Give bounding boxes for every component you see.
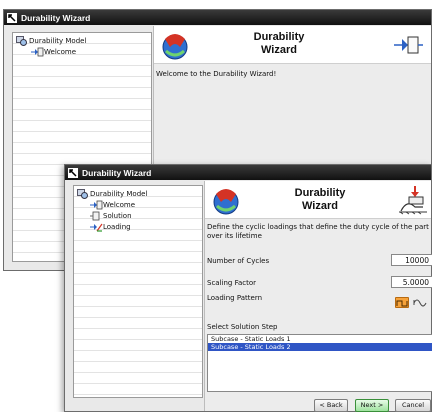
navigation-tree[interactable]: Durability Model Welcome Solution Loadin… <box>73 185 203 398</box>
loading-header-icon <box>397 185 429 215</box>
tree-node-label: Solution <box>103 211 132 220</box>
pattern-constant-icon[interactable] <box>395 297 409 308</box>
tree-node-label: Durability Model <box>90 189 148 198</box>
cycles-label: Number of Cycles <box>207 257 270 265</box>
window-title: Durability Wizard <box>21 12 91 23</box>
model-icon <box>16 35 27 46</box>
tree-node-durability-model[interactable]: Durability Model <box>16 35 86 46</box>
content-panel: Durability Wizard Define the cyclic load… <box>204 181 432 412</box>
header-title-line-1: Durability <box>294 187 346 199</box>
tree-node-label: Welcome <box>103 200 136 209</box>
solution-step-option-selected[interactable]: Subcase - Static Loads 2 <box>208 343 432 351</box>
window-title: Durability Wizard <box>82 167 152 178</box>
next-button[interactable]: Next > <box>355 399 389 412</box>
wizard-header: Durability Wizard <box>205 181 431 219</box>
number-of-cycles-input[interactable]: 10000 <box>391 254 432 266</box>
wizard-app-icon <box>7 12 17 23</box>
loading-pattern-label: Loading Pattern <box>207 294 263 302</box>
wizard-app-icon <box>68 167 78 178</box>
tree-node-label: Durability Model <box>29 36 87 45</box>
header-title-line-2: Wizard <box>302 200 338 212</box>
tree-node-loading[interactable]: Loading <box>90 221 131 232</box>
wizard-header-title: Durability Wizard <box>204 31 354 57</box>
cancel-button[interactable]: Cancel <box>395 399 431 412</box>
window-titlebar[interactable]: Durability Wizard <box>65 165 431 180</box>
welcome-step-icon <box>31 47 44 57</box>
durability-logo-icon <box>160 29 190 61</box>
tree-node-durability-model[interactable]: Durability Model <box>77 188 147 199</box>
welcome-arrow-icon <box>394 34 424 56</box>
wizard-header: Durability Wizard <box>154 26 431 64</box>
pattern-sine-icon[interactable] <box>413 297 427 308</box>
durability-logo-icon <box>211 184 241 216</box>
solution-step-label: Select Solution Step <box>207 323 278 331</box>
tree-node-solution[interactable]: Solution <box>90 210 132 221</box>
solution-step-list[interactable]: Subcase - Static Loads 1 Subcase - Stati… <box>207 334 432 392</box>
wizard-header-title: Durability Wizard <box>265 187 375 213</box>
solution-step-icon <box>90 211 101 221</box>
back-button[interactable]: < Back <box>314 399 348 412</box>
scaling-factor-label: Scaling Factor <box>207 279 257 287</box>
welcome-message: Welcome to the Durability Wizard! <box>156 70 277 78</box>
welcome-step-icon <box>90 200 103 210</box>
scaling-factor-input[interactable]: 5.0000 <box>391 276 432 288</box>
wizard-window-loading: Durability Wizard Durability Model Welco… <box>64 164 432 412</box>
tree-node-label: Loading <box>103 222 131 231</box>
tree-node-welcome[interactable]: Welcome <box>90 199 135 210</box>
solution-step-option[interactable]: Subcase - Static Loads 1 <box>208 335 432 343</box>
header-title-line-1: Durability <box>253 31 305 43</box>
loading-step-icon <box>90 222 103 232</box>
window-titlebar[interactable]: Durability Wizard <box>4 10 431 25</box>
tree-node-welcome[interactable]: Welcome <box>31 46 76 57</box>
header-title-line-2: Wizard <box>261 44 297 56</box>
tree-node-label: Welcome <box>44 47 77 56</box>
model-icon <box>77 188 88 199</box>
step-description: Define the cyclic loadings that define t… <box>207 223 429 240</box>
